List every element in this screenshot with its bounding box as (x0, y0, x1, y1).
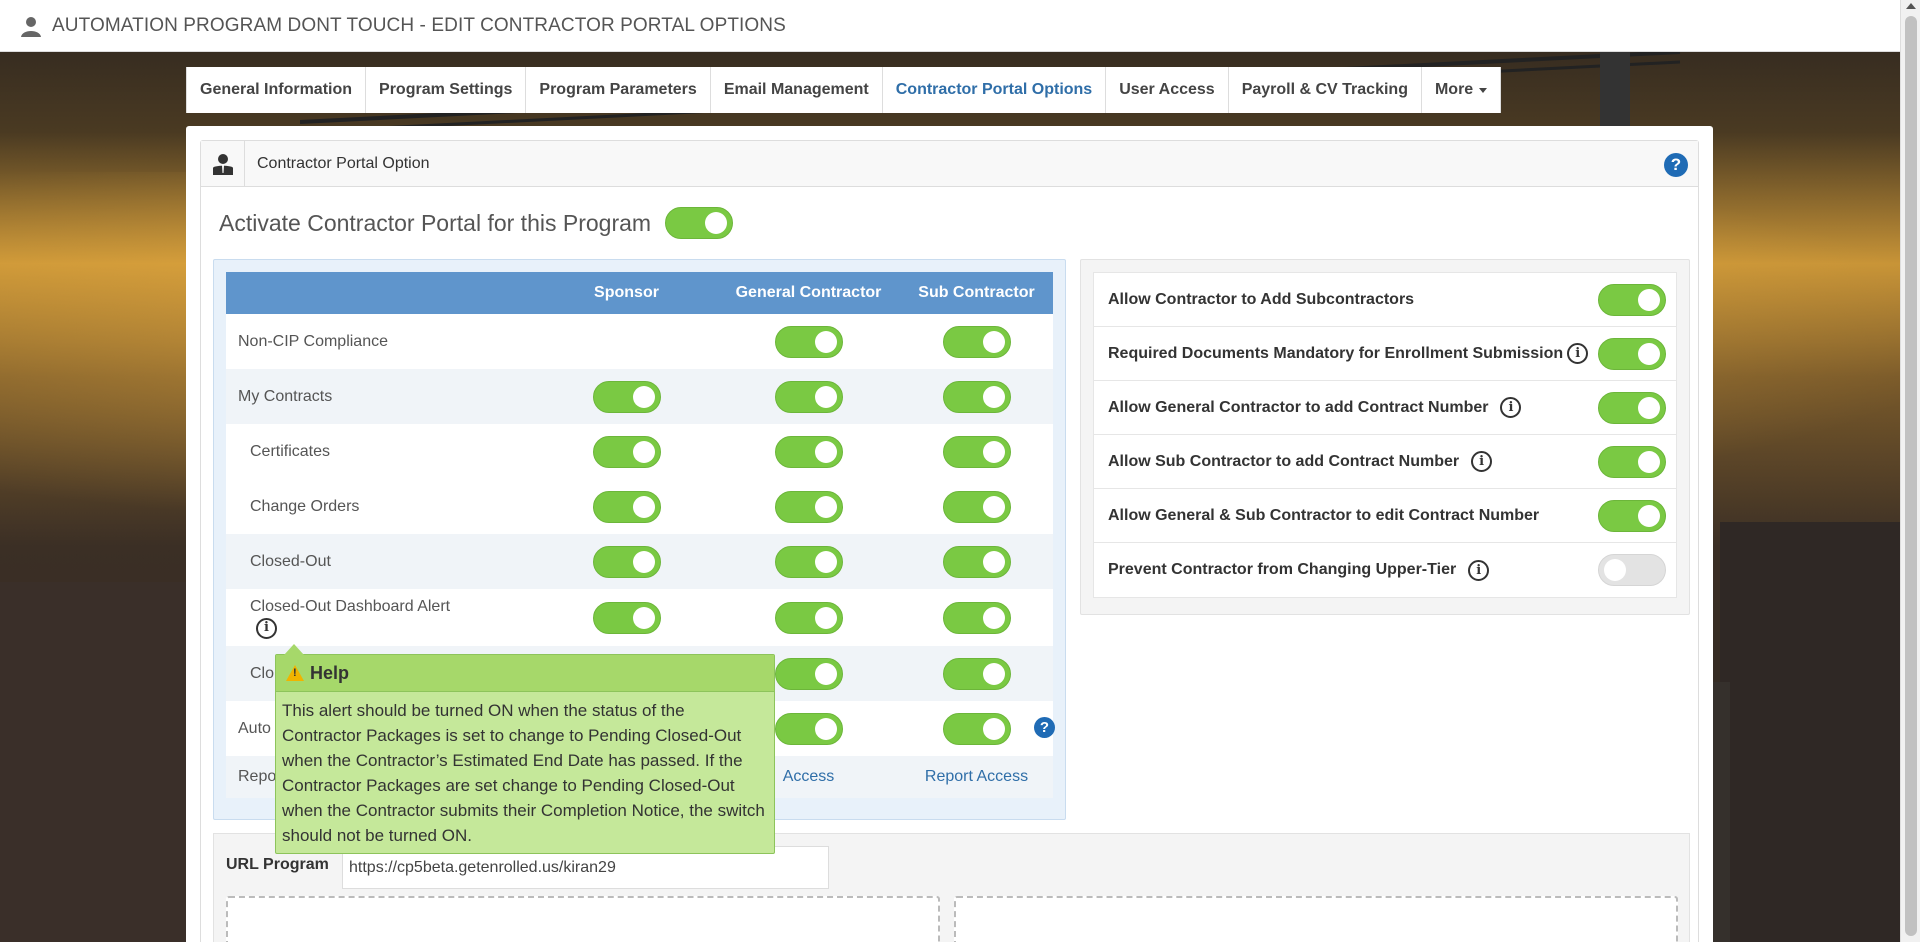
toggle-sub-change-orders[interactable] (942, 490, 1011, 523)
toggle-sponsor-closed-out[interactable] (592, 545, 661, 578)
option-prevent-upper-tier: Prevent Contractor from Changing Upper-T… (1094, 543, 1676, 597)
row-change-orders: Change Orders (226, 479, 1053, 534)
option-gc-add-contract-number: Allow General Contractor to add Contract… (1094, 381, 1676, 435)
tab-more-dropdown[interactable]: More (1421, 67, 1502, 113)
tab-bar: General Information Program Settings Pro… (186, 67, 1502, 113)
toggle-gc-closed-out-alert[interactable] (774, 601, 843, 634)
tab-email-management[interactable]: Email Management (710, 67, 883, 113)
toggle-gc-certificates[interactable] (774, 435, 843, 468)
tab-program-settings[interactable]: Program Settings (366, 67, 527, 113)
help-tooltip: Help This alert should be turned ON when… (275, 644, 775, 854)
toggle-sponsor-change-orders[interactable] (592, 490, 661, 523)
tab-program-parameters[interactable]: Program Parameters (526, 67, 711, 113)
toggle-gc-non-cip[interactable] (774, 325, 843, 358)
info-icon[interactable]: i (1500, 397, 1522, 418)
row-certificates: Certificates (226, 424, 1053, 479)
toggle-sub-closed-out-alert[interactable] (942, 601, 1011, 634)
help-tooltip-text: This alert should be turned ON when the … (282, 701, 765, 845)
top-bar: AUTOMATION PROGRAM DONT TOUCH - EDIT CON… (0, 0, 1900, 52)
option-add-subcontractors: Allow Contractor to Add Subcontractors (1094, 273, 1676, 327)
grid-header: Sponsor General Contractor Sub Contracto… (226, 272, 1053, 314)
help-icon[interactable]: ? (1664, 153, 1688, 177)
toggle-sub-auto[interactable] (942, 712, 1011, 745)
toggle-gc-my-contracts[interactable] (774, 380, 843, 413)
tab-contractor-portal-options[interactable]: Contractor Portal Options (882, 67, 1107, 113)
upload-dropzone-right[interactable] (954, 896, 1678, 942)
card-title: Contractor Portal Option (257, 154, 430, 172)
tab-general-information[interactable]: General Information (186, 67, 367, 113)
toggle-sub-my-contracts[interactable] (942, 380, 1011, 413)
header-general-contractor: General Contractor (735, 284, 882, 301)
toggle-add-subcontractors[interactable] (1598, 284, 1666, 316)
toggle-gc-closed-out[interactable] (774, 545, 843, 578)
toggle-sub-clo[interactable] (942, 657, 1011, 690)
help-tooltip-header: Help (276, 655, 774, 692)
scrollbar-thumb[interactable] (1905, 16, 1917, 936)
contractor-options-list: Allow Contractor to Add Subcontractors R… (1093, 272, 1677, 598)
gc-report-access-link[interactable]: Access (783, 768, 835, 786)
option-edit-contract-number: Allow General & Sub Contractor to edit C… (1094, 489, 1676, 543)
info-icon[interactable]: i (1471, 451, 1493, 472)
toggle-sponsor-closed-out-alert[interactable] (592, 601, 661, 634)
toggle-gc-add-contract-number[interactable] (1598, 392, 1666, 424)
page-title: AUTOMATION PROGRAM DONT TOUCH - EDIT CON… (52, 14, 786, 36)
row-closed-out-dashboard-alert: Closed-Out Dashboard Alert i (226, 589, 1053, 646)
user-icon (21, 16, 41, 37)
warning-icon (286, 665, 304, 681)
upload-dropzone-left[interactable] (226, 896, 940, 942)
toggle-required-documents[interactable] (1598, 338, 1666, 370)
info-icon[interactable]: i (256, 617, 277, 639)
toggle-gc-clo[interactable] (774, 657, 843, 690)
scroll-up-arrow-icon[interactable] (1906, 3, 1916, 9)
toggle-sponsor-certificates[interactable] (592, 435, 661, 468)
info-icon[interactable]: i (1468, 559, 1490, 581)
toggle-edit-contract-number[interactable] (1598, 500, 1666, 532)
info-icon[interactable]: i (1567, 343, 1589, 364)
toggle-sub-closed-out[interactable] (942, 545, 1011, 578)
tab-payroll-cv-tracking[interactable]: Payroll & CV Tracking (1228, 67, 1422, 113)
contractor-options-box: Allow Contractor to Add Subcontractors R… (1080, 259, 1690, 615)
header-sponsor: Sponsor (594, 284, 659, 301)
header-sub-contractor: Sub Contractor (918, 284, 1035, 301)
toggle-gc-change-orders[interactable] (774, 490, 843, 523)
contractor-icon (201, 140, 245, 187)
toggle-sponsor-my-contracts[interactable] (592, 380, 661, 413)
card-header: Contractor Portal Option ? (201, 140, 1698, 187)
activate-portal-row: Activate Contractor Portal for this Prog… (219, 207, 734, 239)
caret-down-icon (1479, 87, 1488, 93)
scrollbar[interactable] (1900, 0, 1920, 942)
sub-report-access-link[interactable]: Report Access (925, 768, 1028, 786)
toggle-sub-add-contract-number[interactable] (1598, 446, 1666, 478)
activate-portal-label: Activate Contractor Portal for this Prog… (219, 209, 652, 236)
row-non-cip-compliance: Non-CIP Compliance (226, 314, 1053, 369)
row-my-contracts: My Contracts (226, 369, 1053, 424)
row-closed-out: Closed-Out (226, 534, 1053, 589)
toggle-gc-auto[interactable] (774, 712, 843, 745)
help-icon[interactable]: ? (1034, 716, 1055, 738)
toggle-sub-certificates[interactable] (942, 435, 1011, 468)
url-program-label: URL Program (226, 856, 329, 873)
toggle-prevent-upper-tier[interactable] (1598, 554, 1666, 586)
option-required-documents: Required Documents Mandatory for Enrollm… (1094, 327, 1676, 381)
activate-portal-toggle[interactable] (665, 207, 734, 239)
option-sub-add-contract-number: Allow Sub Contractor to add Contract Num… (1094, 435, 1676, 489)
tab-user-access[interactable]: User Access (1106, 67, 1229, 113)
toggle-sub-non-cip[interactable] (942, 325, 1011, 358)
